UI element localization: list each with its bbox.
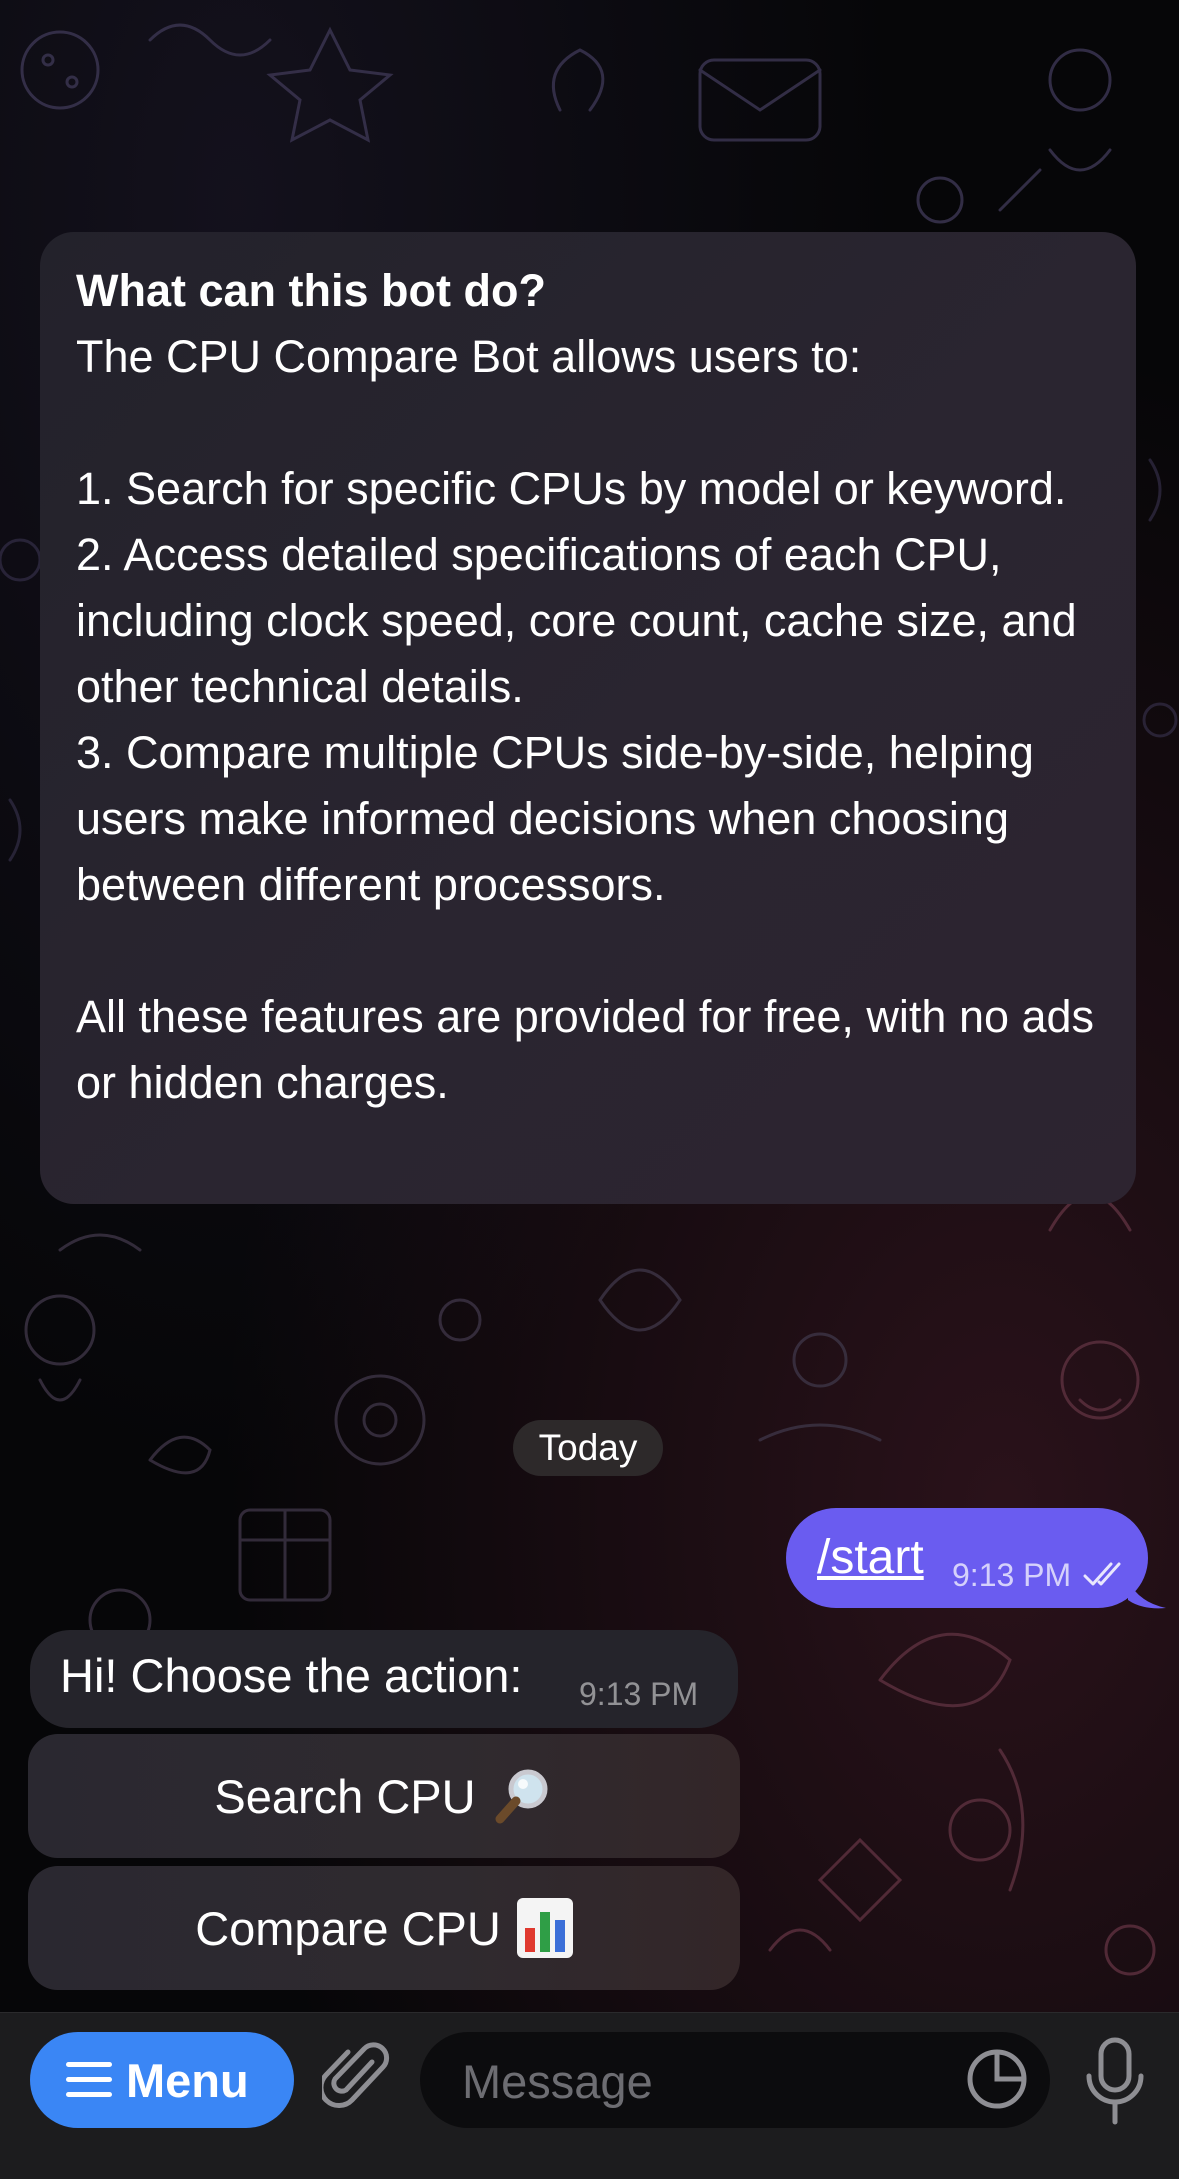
hamburger-icon bbox=[66, 2062, 112, 2097]
bubble-tail bbox=[1128, 1580, 1166, 1609]
bot-intro-card: What can this bot do? The CPU Compare Bo… bbox=[40, 232, 1136, 1204]
message-input[interactable] bbox=[460, 2032, 944, 2130]
incoming-message-text: Hi! Choose the action: bbox=[60, 1649, 523, 1702]
intro-description: The CPU Compare Bot allows users to: 1. … bbox=[76, 331, 1095, 1108]
message-field[interactable] bbox=[420, 2032, 1050, 2130]
menu-button[interactable]: Menu bbox=[30, 2032, 294, 2128]
double-check-icon bbox=[1083, 1562, 1121, 1586]
bar-chart-icon bbox=[516, 1898, 573, 1958]
search-cpu-button[interactable]: Search CPU bbox=[28, 1734, 740, 1858]
outgoing-message-time: 9:13 PM bbox=[952, 1557, 1072, 1593]
microphone-icon[interactable] bbox=[1084, 2036, 1146, 2128]
compare-cpu-button[interactable]: Compare CPU bbox=[28, 1866, 740, 1990]
compare-cpu-label: Compare CPU bbox=[195, 1901, 501, 1955]
search-cpu-label: Search CPU bbox=[214, 1769, 476, 1823]
intro-title: What can this bot do? bbox=[76, 265, 546, 316]
sticker-icon[interactable] bbox=[966, 2048, 1028, 2110]
magnifying-glass-icon bbox=[495, 1769, 548, 1824]
menu-label: Menu bbox=[126, 2053, 249, 2107]
incoming-message-time: 9:13 PM bbox=[579, 1676, 699, 1712]
outgoing-message-text[interactable]: /start bbox=[817, 1530, 924, 1586]
paperclip-icon[interactable] bbox=[322, 2042, 390, 2114]
date-divider: Today bbox=[513, 1420, 663, 1476]
